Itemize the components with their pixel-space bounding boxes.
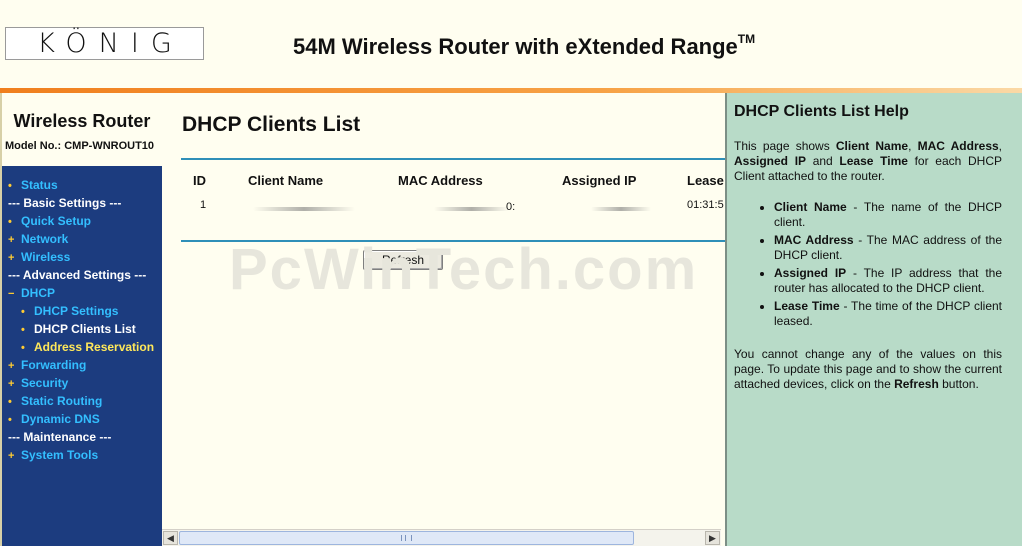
menu-dhcp-settings[interactable]: • DHCP Settings [2, 302, 162, 320]
header-title: 54M Wireless Router with eXtended RangeT… [293, 32, 756, 59]
bottom-divider [181, 240, 725, 242]
main-content: DHCP Clients List ID Client Name MAC Add… [162, 93, 725, 546]
column-header-mac-address: MAC Address [398, 173, 483, 188]
help-item: Lease Time - The time of the DHCP client… [774, 299, 1002, 329]
refresh-button[interactable]: Refresh [363, 250, 443, 270]
bullet-icon: • [21, 306, 25, 318]
help-item: MAC Address - The MAC address of the DHC… [774, 233, 1002, 263]
column-header-id: ID [193, 173, 206, 188]
cell-id: 1 [200, 199, 207, 211]
bullet-icon: • [21, 324, 25, 336]
menu-address-reservation[interactable]: • Address Reservation [2, 338, 162, 356]
sidebar-header: Wireless Router Model No.: CMP-WNROUT10 [2, 93, 162, 166]
bullet-icon: • [8, 414, 12, 426]
menu-system-tools[interactable]: + System Tools [2, 446, 162, 464]
cell-client-name-redacted [253, 202, 355, 214]
sidebar-title: Wireless Router [13, 111, 151, 131]
plus-icon: + [8, 252, 15, 264]
help-list: Client Name - The name of the DHCP clien… [734, 200, 1002, 329]
plus-icon: + [8, 360, 15, 372]
cell-mac-tail: 0: [506, 201, 516, 213]
help-outro: You cannot change any of the values on t… [734, 347, 1002, 391]
scrollbar-thumb[interactable] [179, 531, 634, 545]
scroll-right-arrow-icon[interactable]: ▶ [705, 531, 720, 545]
scroll-left-arrow-icon[interactable]: ◀ [163, 531, 178, 545]
plus-icon: + [8, 378, 15, 390]
konig-logo: KÖNIG [5, 27, 204, 60]
section-advanced-settings: --- Advanced Settings --- [8, 268, 147, 282]
cell-mac-redacted [434, 202, 509, 214]
help-intro: This page shows Client Name, MAC Address… [734, 139, 1003, 183]
plus-icon: + [8, 450, 15, 462]
top-divider [181, 158, 725, 160]
grip-icon [401, 535, 412, 541]
cell-lease: 01:31:5 [687, 199, 724, 211]
bullet-icon: • [21, 342, 25, 354]
trademark: TM [737, 32, 756, 46]
menu-quick-setup[interactable]: • Quick Setup [2, 212, 162, 230]
menu-dhcp-clients-list[interactable]: • DHCP Clients List [2, 320, 162, 338]
menu-forwarding[interactable]: + Forwarding [2, 356, 162, 374]
bullet-icon: • [8, 216, 12, 228]
sidebar-menu: • Status --- Basic Settings --- • Quick Se… [2, 166, 162, 464]
menu-dhcp[interactable]: − DHCP [2, 284, 162, 302]
help-item: Client Name - The name of the DHCP clien… [774, 200, 1002, 230]
minus-icon: − [8, 288, 15, 300]
menu-static-routing[interactable]: • Static Routing [2, 392, 162, 410]
column-header-assigned-ip: Assigned IP [562, 173, 637, 188]
menu-wireless[interactable]: + Wireless [2, 248, 162, 266]
cell-ip-redacted [591, 202, 651, 214]
column-header-client-name: Client Name [248, 173, 324, 188]
menu-status[interactable]: • Status [2, 176, 162, 194]
bullet-icon: • [8, 180, 12, 192]
header: KÖNIG 54M Wireless Router with eXtended … [0, 0, 1022, 88]
plus-icon: + [8, 234, 15, 246]
column-header-lease: Lease [687, 173, 724, 188]
model-number: Model No.: CMP-WNROUT10 [4, 140, 155, 152]
help-title: DHCP Clients List Help [734, 103, 909, 120]
menu-security[interactable]: + Security [2, 374, 162, 392]
bullet-icon: • [8, 396, 12, 408]
menu-network[interactable]: + Network [2, 230, 162, 248]
help-panel: DHCP Clients List Help This page shows C… [725, 93, 1022, 546]
section-maintenance: --- Maintenance --- [8, 430, 112, 444]
page-title: DHCP Clients List [182, 113, 361, 136]
sidebar: Wireless Router Model No.: CMP-WNROUT10 … [0, 93, 162, 546]
menu-dynamic-dns[interactable]: • Dynamic DNS [2, 410, 162, 428]
section-basic-settings: --- Basic Settings --- [8, 196, 122, 210]
help-item: Assigned IP - The IP address that the ro… [774, 266, 1002, 296]
horizontal-scrollbar[interactable]: ◀ ▶ [162, 529, 721, 546]
